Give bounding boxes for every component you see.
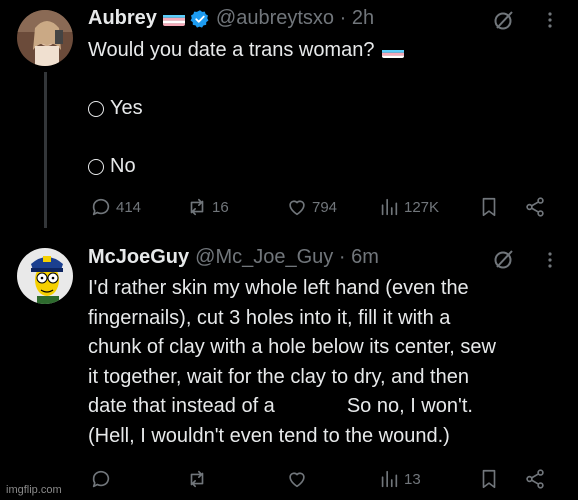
handle-and-time[interactable]: @Mc_Joe_Guy · 6m <box>195 246 379 269</box>
share-icon <box>526 469 544 489</box>
views-count: 127K <box>404 198 440 216</box>
grok-icon[interactable] <box>493 9 515 31</box>
poll-option-no[interactable]: No <box>88 155 136 178</box>
reply-button[interactable] <box>90 468 112 490</box>
views-button[interactable]: 13 <box>378 468 421 490</box>
display-name[interactable]: McJoeGuy <box>88 246 189 269</box>
tweet-header: Aubrey @aubreytsxo · 2h <box>88 7 374 30</box>
repost-icon <box>190 470 204 488</box>
poll-option-label: No <box>110 155 136 177</box>
like-button[interactable] <box>286 468 308 490</box>
tweet-reply[interactable]: McJoeGuy @Mc_Joe_Guy · 6m I'd rather ski… <box>0 236 578 500</box>
reply-icon <box>92 198 110 216</box>
trans-flag-icon <box>162 12 185 26</box>
views-icon <box>381 470 398 488</box>
display-name[interactable]: Aubrey <box>88 7 157 30</box>
poll-option-yes[interactable]: Yes <box>88 97 143 120</box>
avatar[interactable] <box>17 10 73 66</box>
repost-button[interactable] <box>186 468 208 490</box>
bookmark-icon <box>482 197 496 217</box>
text-line: it together, wait for the clay to dry, a… <box>88 365 469 388</box>
text-line: (Hell, I wouldn't even tend to the wound… <box>88 424 450 447</box>
text-line: chunk of clay with a hole below its cent… <box>88 336 496 358</box>
views-button[interactable]: 127K <box>378 196 439 218</box>
tweet-text: Would you date a trans woman? <box>88 36 405 65</box>
heart-icon <box>289 472 305 488</box>
text-segment: So no, I won't. <box>346 395 473 417</box>
trans-flag-icon <box>382 44 405 58</box>
tweet-header: McJoeGuy @Mc_Joe_Guy · 6m <box>88 246 379 269</box>
poll-option-label: Yes <box>110 97 143 119</box>
text-segment: date that instead of a <box>88 395 275 417</box>
bookmark-button[interactable] <box>478 196 500 218</box>
handle-and-time[interactable]: @aubreytsxo · 2h <box>216 7 374 30</box>
heart-icon <box>289 200 305 216</box>
text-line: fingernails), cut 3 holes into it, fill … <box>88 306 451 329</box>
more-options-icon[interactable] <box>540 250 560 270</box>
action-bar: 414 16 794 127K <box>88 196 558 220</box>
thread-line <box>44 72 47 228</box>
repost-icon <box>190 198 204 216</box>
views-icon <box>381 198 398 216</box>
action-bar: 13 <box>88 468 558 492</box>
share-button[interactable] <box>524 468 546 490</box>
bookmark-button[interactable] <box>478 468 500 490</box>
views-count: 13 <box>404 470 421 488</box>
tweet-original[interactable]: Aubrey @aubreytsxo · 2h Would you date a… <box>0 0 578 232</box>
like-count: 794 <box>312 198 338 216</box>
poll-question: Would you date a trans woman? <box>88 39 375 61</box>
grok-icon[interactable] <box>493 248 515 270</box>
repost-button[interactable]: 16 <box>186 196 229 218</box>
radio-circle-icon <box>88 158 104 175</box>
share-icon <box>526 197 544 217</box>
repost-count: 16 <box>212 198 229 216</box>
avatar[interactable] <box>17 248 73 304</box>
text-line: date that instead of a So no, I won't. <box>88 392 568 422</box>
reply-icon <box>92 470 110 488</box>
reply-button[interactable]: 414 <box>90 196 141 218</box>
radio-circle-icon <box>88 100 104 117</box>
like-button[interactable]: 794 <box>286 196 337 218</box>
watermark: imgflip.com <box>6 484 62 496</box>
tweet-text: I'd rather skin my whole left hand (even… <box>88 274 568 451</box>
bookmark-icon <box>482 469 496 489</box>
more-options-icon[interactable] <box>540 10 560 30</box>
verified-badge-icon <box>190 9 210 29</box>
reply-count: 414 <box>116 198 142 216</box>
text-line: I'd rather skin my whole left hand (even… <box>88 277 469 299</box>
share-button[interactable] <box>524 196 546 218</box>
